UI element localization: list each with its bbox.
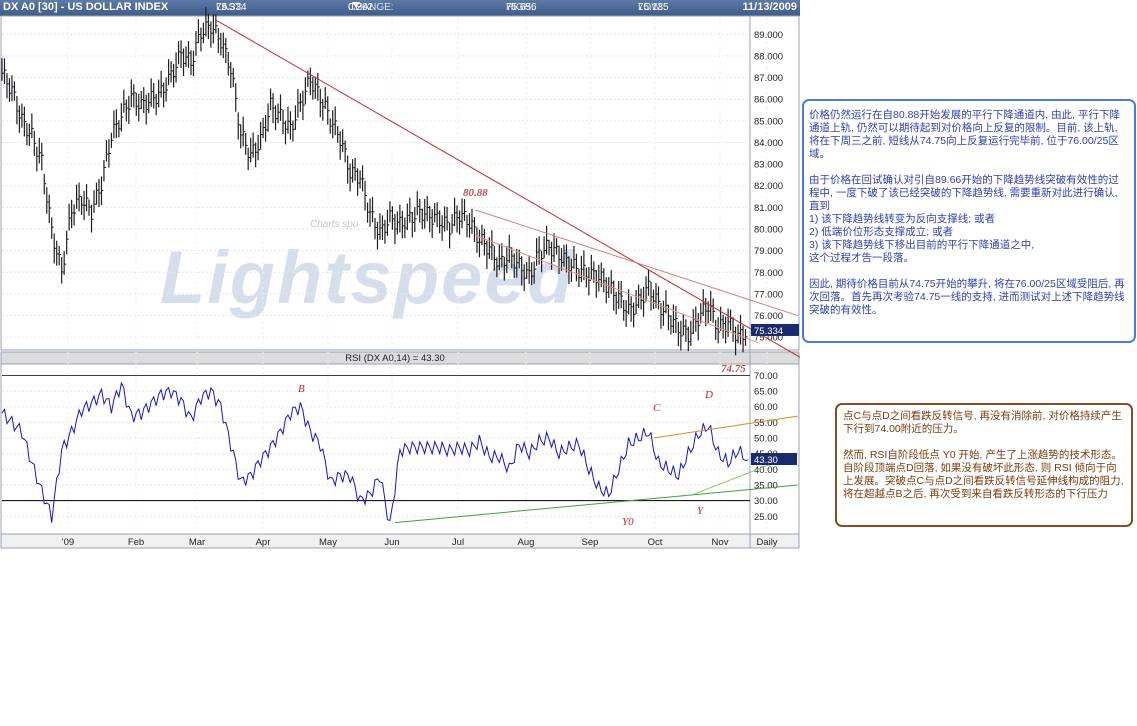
price-tick-label: 82.000 <box>754 181 783 192</box>
annotation-80-88: 80.88 <box>463 187 488 199</box>
rsi-trendline-support-green <box>394 484 798 524</box>
rsi-point-label-d: D <box>704 389 713 401</box>
rsi-tick-label: 65.00 <box>754 387 778 398</box>
price-tick-label: 86.000 <box>754 95 783 106</box>
rsi-tick-label: 25.00 <box>754 512 778 523</box>
x-tick-label: Nov <box>712 537 729 548</box>
x-tick-label: Aug <box>518 537 535 548</box>
x-axis-bar <box>0 533 800 549</box>
price-tick-label: 78.000 <box>754 268 783 279</box>
price-tick-label: 87.000 <box>754 73 783 84</box>
x-tick-label: Oct <box>648 537 663 548</box>
price-tick-label: 84.000 <box>754 138 783 149</box>
rsi-tick-label: 70.00 <box>754 371 778 382</box>
rsi-title: RSI (DX A0,14) = 43.30 <box>345 353 445 364</box>
x-tick-label: Apr <box>256 537 271 548</box>
rsi-point-label-y0: Y0 <box>622 516 634 528</box>
annotation-74-75: 74.75 <box>721 363 746 375</box>
rsi-point-label-b: B <box>298 383 305 395</box>
x-tick-label: Jul <box>452 537 464 548</box>
x-tick-label: Jun <box>384 537 399 548</box>
x-tick-label: Feb <box>128 537 144 548</box>
rsi-point-label-y: Y <box>697 505 705 517</box>
x-tick-label: Daily <box>756 537 777 548</box>
analysis-note-price: 价格仍然运行在自80.88开始发展的平行下降通道内, 由此, 平行下降通道上轨,… <box>802 99 1136 343</box>
price-tick-label: 80.000 <box>754 225 783 236</box>
last-price-label: 75.334 <box>754 326 783 337</box>
price-tick-label: 89.000 <box>754 30 783 41</box>
analysis-note-rsi: 点C与点D之间看跌反转信号, 再没有消除前, 对价格持续产生下行到74.00附近… <box>835 403 1133 527</box>
rsi-tick-label: 50.00 <box>754 434 778 445</box>
price-tick-label: 76.000 <box>754 311 783 322</box>
trendline-downtrend <box>215 19 800 358</box>
price-tick-label: 85.000 <box>754 116 783 127</box>
price-tick-label: 77.000 <box>754 289 783 300</box>
rsi-tick-label: 60.00 <box>754 402 778 413</box>
rsi-line <box>1 381 749 523</box>
rsi-tick-label: 30.00 <box>754 496 778 507</box>
rsi-last-label: 43.30 <box>754 455 778 466</box>
price-tick-label: 83.000 <box>754 160 783 171</box>
x-tick-label: May <box>319 537 337 548</box>
rsi-tick-label: 35.00 <box>754 481 778 492</box>
x-tick-label: '09 <box>62 537 74 548</box>
x-tick-label: Mar <box>189 537 205 548</box>
x-tick-label: Sep <box>582 537 599 548</box>
chart-canvas: RSI (DX A0,14) = 43.30 89.000 88.000 87.000… <box>0 6 800 549</box>
price-tick-label: 88.000 <box>754 51 783 62</box>
rsi-point-label-c: C <box>653 402 661 414</box>
price-tick-label: 79.000 <box>754 246 783 257</box>
price-panel-frame <box>0 15 800 351</box>
price-tick-label: 81.000 <box>754 203 783 214</box>
